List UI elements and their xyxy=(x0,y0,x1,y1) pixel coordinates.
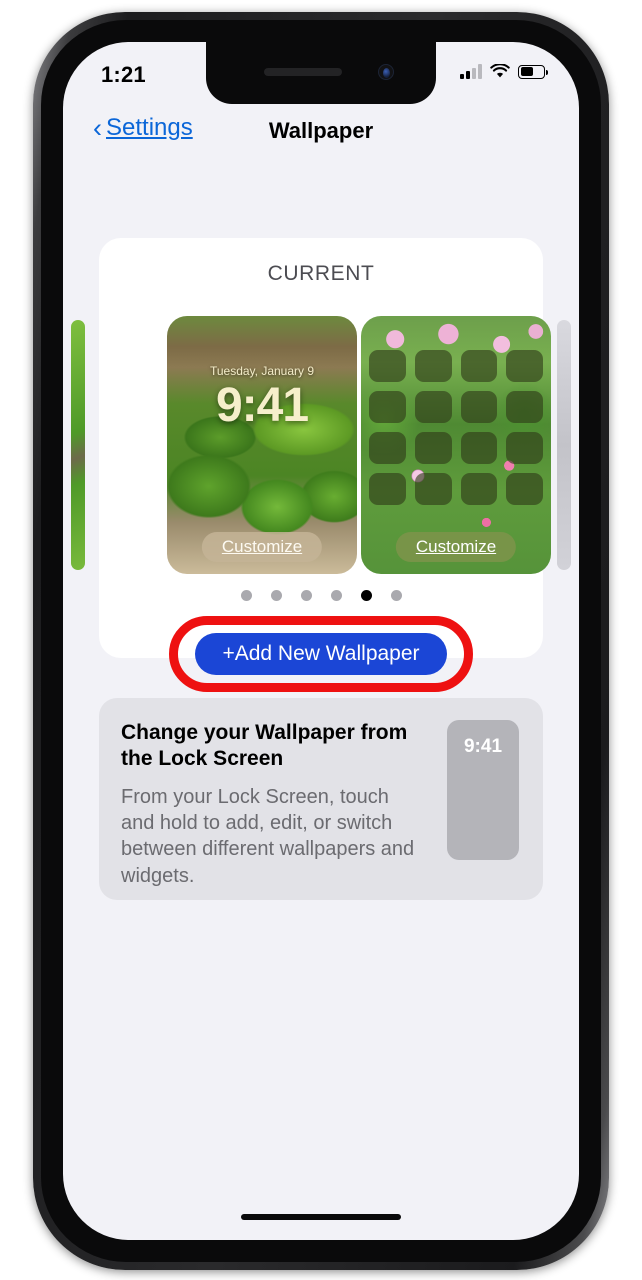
current-section-label: CURRENT xyxy=(267,262,375,285)
info-card: Change your Wallpaper from the Lock Scre… xyxy=(99,698,543,900)
app-icon-placeholder xyxy=(369,350,406,382)
current-wallpaper-card: CURRENT Tuesday, January 9 9:41 Customiz… xyxy=(71,238,571,692)
page-dot[interactable] xyxy=(270,590,282,601)
app-icon-grid xyxy=(369,350,543,505)
home-indicator[interactable] xyxy=(241,1214,401,1220)
info-card-phone-thumbnail: 9:41 xyxy=(447,720,519,860)
add-new-wallpaper-button[interactable]: +Add New Wallpaper xyxy=(195,633,447,675)
app-icon-placeholder xyxy=(506,432,543,464)
page-dot[interactable] xyxy=(300,590,312,601)
app-icon-placeholder xyxy=(460,350,498,382)
notch xyxy=(206,42,436,104)
previous-wallpaper-peek[interactable] xyxy=(71,320,85,570)
device-bezel: 1:21 ‹ Settings Wallpaper CURRENT Tuesda… xyxy=(41,20,601,1262)
lock-screen-date: Tuesday, January 9 xyxy=(209,364,315,378)
lock-screen-preview[interactable]: Tuesday, January 9 9:41 Customize xyxy=(167,316,357,574)
app-icon-placeholder xyxy=(414,473,452,505)
page-dot[interactable] xyxy=(330,590,342,601)
app-icon-placeholder xyxy=(369,432,406,464)
status-bar-time: 1:21 xyxy=(101,62,146,87)
navigation-bar: ‹ Settings Wallpaper xyxy=(63,104,579,162)
battery-fill xyxy=(520,67,533,76)
app-icon-placeholder xyxy=(414,350,452,382)
page-dot[interactable] xyxy=(390,590,402,601)
app-icon-placeholder xyxy=(460,432,498,464)
app-icon-placeholder xyxy=(369,391,406,423)
lock-screen-time: 9:41 xyxy=(215,379,309,432)
wifi-icon xyxy=(490,63,510,79)
app-icon-placeholder xyxy=(506,473,543,505)
next-wallpaper-peek[interactable] xyxy=(557,320,571,570)
info-card-body: From your Lock Screen, touch and hold to… xyxy=(121,785,415,887)
page-dots[interactable] xyxy=(99,590,543,601)
add-wallpaper-area: +Add New Wallpaper xyxy=(169,616,473,692)
status-bar-icons xyxy=(460,63,548,79)
app-icon-placeholder xyxy=(460,473,498,505)
cellular-signal-icon xyxy=(460,64,482,79)
info-card-title: Change your Wallpaper from the Lock Scre… xyxy=(121,721,408,771)
speaker-grille-icon xyxy=(264,68,342,76)
app-icon-placeholder xyxy=(414,391,452,423)
app-icon-placeholder xyxy=(460,391,498,423)
app-icon-placeholder xyxy=(414,432,452,464)
info-card-phone-time: 9:41 xyxy=(463,736,503,757)
app-icon-placeholder xyxy=(506,391,543,423)
page-dot[interactable] xyxy=(240,590,252,601)
lock-screen-customize-button[interactable]: Customize xyxy=(201,532,323,562)
phone-screen: 1:21 ‹ Settings Wallpaper CURRENT Tuesda… xyxy=(63,42,579,1240)
home-screen-customize-button[interactable]: Customize xyxy=(395,532,517,562)
app-icon-placeholder xyxy=(369,473,406,505)
battery-icon xyxy=(518,64,548,79)
page-dot-active[interactable] xyxy=(360,590,372,601)
wallpaper-carousel[interactable]: Tuesday, January 9 9:41 Customize Custom… xyxy=(71,306,571,584)
device-frame: 1:21 ‹ Settings Wallpaper CURRENT Tuesda… xyxy=(33,12,609,1270)
app-icon-placeholder xyxy=(506,350,543,382)
page-title: Wallpaper xyxy=(268,118,374,143)
settings-content: CURRENT Tuesday, January 9 9:41 Customiz… xyxy=(63,162,579,1240)
home-screen-preview[interactable]: Customize xyxy=(361,316,551,574)
front-camera-icon xyxy=(378,64,394,80)
